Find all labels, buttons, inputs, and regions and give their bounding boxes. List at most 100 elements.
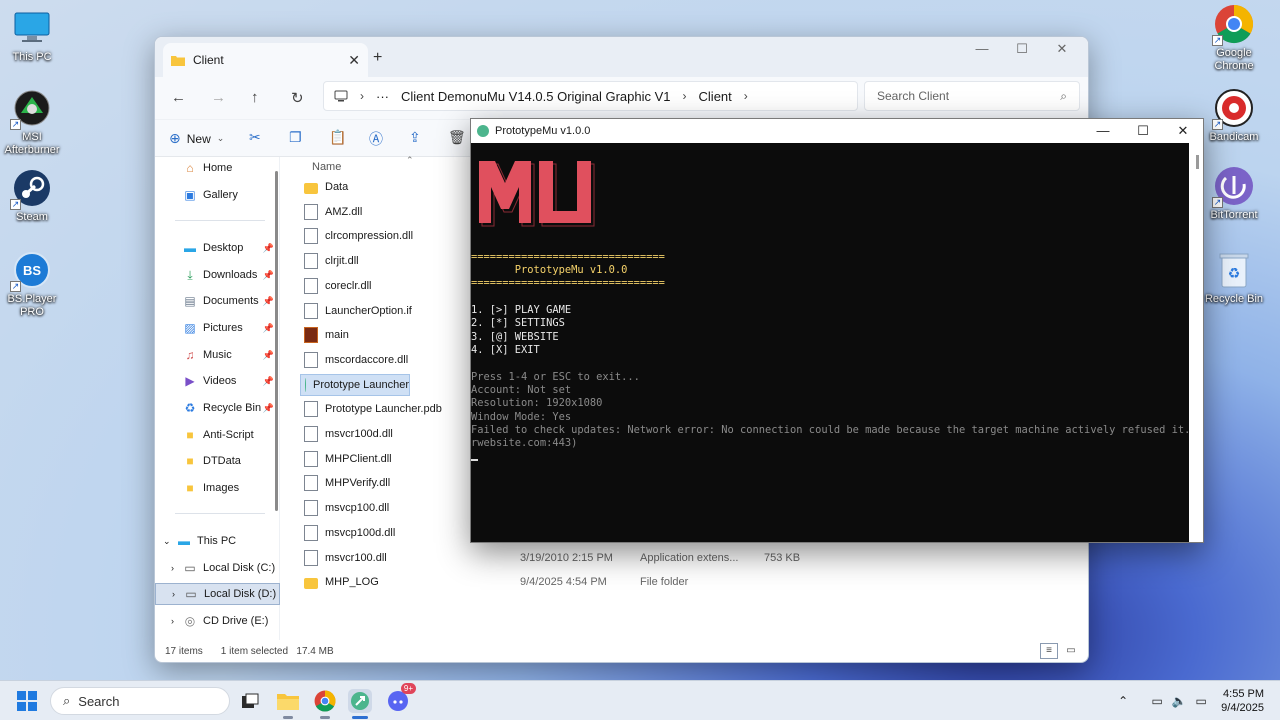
maximize-button[interactable]: ☐	[1123, 119, 1163, 143]
maximize-button[interactable]: ☐	[1002, 41, 1042, 57]
file-row[interactable]: Prototype Launcher	[300, 373, 410, 396]
discord-taskbar-icon[interactable]: 9+	[386, 683, 416, 713]
battery-icon[interactable]: ▭	[1191, 694, 1211, 708]
desktop-icon-bandicam[interactable]: ↗ Bandicam	[1200, 88, 1268, 144]
nav-label: Local Disk (C:)	[203, 562, 276, 574]
delete-icon[interactable]: 🗑	[448, 129, 466, 146]
close-button[interactable]: ✕	[1163, 119, 1203, 143]
nav-item-anti-script[interactable]: ■ Anti-Script	[155, 424, 280, 446]
running-indicator	[320, 716, 330, 719]
nav-item-downloads[interactable]: ⤓ Downloads 📌	[155, 264, 280, 286]
paste-icon[interactable]: 📋	[329, 129, 346, 146]
nav-item-recycle-bin[interactable]: ♻ Recycle Bin 📌	[155, 397, 280, 419]
navigation-pane: ⌂ Home ▣ Gallery ▬ Desktop 📌 ⤓ Downloads 📌 ▤ Do…	[155, 157, 280, 640]
console-title: PrototypeMu v1.0.0	[495, 125, 591, 137]
taskbar-search[interactable]: ⌕ Search	[50, 687, 230, 715]
back-arrow-icon[interactable]: ←	[171, 89, 186, 106]
desktop-icon-msi-afterburner[interactable]: ↗ MSI Afterburner	[0, 88, 66, 157]
nav-item-home[interactable]: ⌂ Home	[155, 157, 280, 179]
console-window: PrototypeMu v1.0.0 — ☐ ✕ MU ============…	[470, 118, 1204, 543]
copy-icon[interactable]: ❐	[289, 129, 302, 146]
start-button[interactable]	[17, 691, 37, 711]
search-input[interactable]: Search Client ⌕	[864, 81, 1080, 111]
nav-item-local-disk-c[interactable]: › ▭ Local Disk (C:)	[155, 557, 280, 579]
launcher-app-icon	[477, 125, 489, 137]
pin-icon: 📌	[262, 402, 274, 413]
afterburner-icon: ↗	[10, 88, 52, 130]
close-tab-icon[interactable]: ✕	[348, 52, 360, 69]
cut-icon[interactable]: ✂	[249, 129, 261, 146]
minimize-button[interactable]: —	[962, 41, 1002, 57]
prototype-launcher-taskbar-icon[interactable]	[348, 689, 372, 719]
desktop-icon-label: Bandicam	[1209, 131, 1259, 143]
nav-item-local-disk-d[interactable]: › ▭ Local Disk (D:)	[155, 583, 280, 605]
folder-icon	[171, 56, 185, 66]
nav-item-desktop[interactable]: ▬ Desktop 📌	[155, 237, 280, 259]
bandicam-icon: ↗	[1212, 88, 1254, 130]
desktop-icon-bsplayer[interactable]: BS ↗ BS.Player PRO	[0, 250, 66, 319]
details-view-icon[interactable]: ≡	[1040, 643, 1058, 659]
cd-drive-icon: ◎	[184, 614, 196, 628]
console-scrollbar-thumb[interactable]	[1196, 155, 1199, 169]
chevron-right-icon: ›	[172, 589, 175, 599]
desktop-icon-this-pc[interactable]: This PC	[0, 8, 66, 64]
chrome-taskbar-icon[interactable]	[313, 689, 337, 719]
new-tab-button[interactable]: +	[373, 49, 382, 67]
file-icon	[304, 253, 318, 270]
nav-item-pictures[interactable]: ▨ Pictures 📌	[155, 317, 280, 339]
folder-icon	[304, 577, 318, 589]
folder-icon: ■	[186, 428, 194, 442]
nav-item-dtdata[interactable]: ■ DTData	[155, 450, 280, 472]
nav-item-music[interactable]: ♫ Music 📌	[155, 344, 280, 366]
close-button[interactable]: ✕	[1042, 41, 1082, 57]
drive-icon: ▭	[184, 561, 196, 575]
share-icon[interactable]: ⇪	[409, 129, 421, 146]
refresh-icon[interactable]: ↻	[291, 89, 304, 107]
breadcrumb-ellipsis[interactable]: ···	[376, 89, 389, 104]
minimize-button[interactable]: —	[1083, 119, 1123, 143]
nav-label: Documents	[203, 295, 259, 307]
chevron-right-icon: ›	[743, 89, 748, 103]
nav-item-this-pc[interactable]: ⌄ ▬ This PC	[155, 530, 280, 552]
nav-item-videos[interactable]: ▶ Videos 📌	[155, 370, 280, 392]
nav-item-images[interactable]: ■ Images	[155, 477, 280, 499]
up-arrow-icon[interactable]: ↑	[251, 89, 259, 106]
file-icon	[304, 475, 318, 492]
desktop-icon-steam[interactable]: ↗ Steam	[0, 168, 66, 224]
console-scrollbar-track[interactable]	[1189, 143, 1203, 542]
file-name: Prototype Launcher	[312, 378, 409, 391]
tiles-view-icon[interactable]: ▭	[1062, 643, 1080, 659]
shortcut-arrow-icon: ↗	[1212, 119, 1223, 130]
nav-label: CD Drive (E:)	[203, 615, 269, 627]
chevron-up-icon[interactable]: ⌃	[1113, 694, 1133, 708]
address-bar[interactable]: › ··· Client DemonuMu V14.0.5 Original G…	[323, 81, 858, 111]
desktop-icon-recycle-bin[interactable]: ♻ Recycle Bin	[1200, 250, 1268, 306]
rename-icon[interactable]: Ⓐ	[369, 129, 383, 149]
clock[interactable]: 4:55 PM 9/4/2025	[1221, 687, 1264, 715]
nav-item-gallery[interactable]: ▣ Gallery	[155, 184, 280, 206]
breadcrumb-segment[interactable]: Client DemonuMu V14.0.5 Original Graphic…	[401, 89, 671, 104]
console-window-mode: Window Mode: Yes	[471, 411, 572, 423]
tab-client[interactable]: Client ✕	[163, 43, 368, 77]
desktop-icon-chrome[interactable]: ↗ Google Chrome	[1200, 4, 1268, 73]
file-row[interactable]: msvcr100.dll 3/19/2010 2:15 PM Application…	[300, 547, 1070, 569]
desktop-icon-bittorrent[interactable]: ↗ BitTorrent	[1200, 166, 1268, 222]
nav-label: Local Disk (D:)	[204, 588, 277, 600]
file-icon	[304, 524, 318, 541]
nav-item-cd-drive-e[interactable]: › ◎ CD Drive (E:)	[155, 610, 280, 632]
address-row: ← → ↑ ↻ › ··· Client DemonuMu V14.0.5 Or…	[155, 77, 1088, 119]
bittorrent-icon: ↗	[1212, 166, 1254, 208]
new-button[interactable]: ⊕ New ⌄	[169, 130, 224, 147]
network-icon[interactable]: ▭	[1147, 694, 1167, 708]
task-view-icon[interactable]	[238, 689, 262, 713]
volume-icon[interactable]: 🔈	[1169, 694, 1189, 708]
nav-scrollbar[interactable]	[275, 171, 278, 511]
forward-arrow-icon[interactable]: →	[211, 89, 226, 106]
nav-item-documents[interactable]: ▤ Documents 📌	[155, 290, 280, 312]
column-header-name[interactable]: Name	[312, 161, 341, 173]
console-prompt: Press 1-4 or ESC to exit...	[471, 371, 640, 383]
breadcrumb-segment[interactable]: Client	[699, 89, 732, 104]
file-icon	[304, 401, 318, 418]
file-row[interactable]: MHP_LOG 9/4/2025 4:54 PM File folder	[300, 571, 1070, 593]
file-explorer-taskbar-icon[interactable]	[276, 689, 300, 719]
